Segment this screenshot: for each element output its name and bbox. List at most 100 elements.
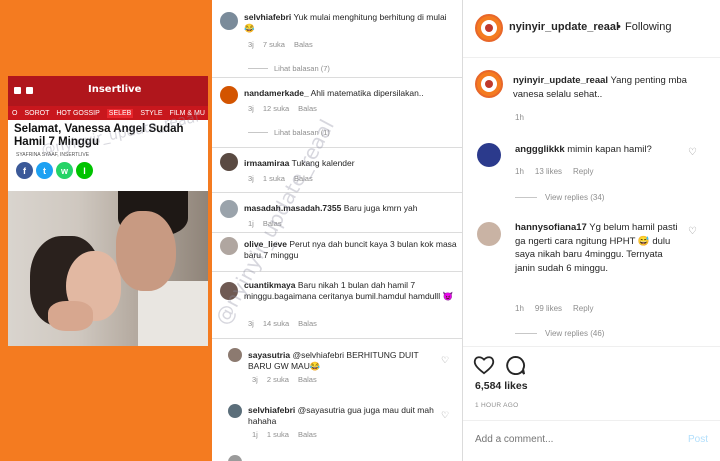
reply-button[interactable]: Balas — [294, 174, 313, 183]
comment-text: selvhiafebri @sayasutria gua juga mau du… — [248, 405, 434, 426]
avatar[interactable] — [220, 86, 238, 104]
comment-meta: 1j 1 suka Balas — [252, 430, 317, 439]
heart-icon[interactable]: ♡ — [688, 147, 697, 158]
reply-button[interactable]: Balas — [298, 319, 317, 328]
comment-text: masadah.masadah.7355 Baru juga kmrn yah — [244, 203, 418, 213]
comment-meta: 3j 2 suka Balas — [252, 375, 317, 384]
nav-item-style[interactable]: STYLE — [140, 110, 162, 117]
like-count[interactable]: 6,584 likes — [475, 380, 528, 392]
comment-username[interactable]: nandamerkade_ — [244, 88, 309, 98]
comment-likes[interactable]: 2 suka — [267, 375, 289, 384]
article-headline: Selamat, Vanessa Angel Sudah Hamil 7 Min… — [14, 123, 184, 148]
comment-likes[interactable]: 99 likes — [535, 304, 562, 313]
nav-item-sorot[interactable]: SOROT — [24, 110, 49, 117]
comment-time: 1j — [248, 219, 254, 228]
avatar[interactable] — [220, 282, 238, 300]
comment-time: 1j — [252, 430, 258, 439]
avatar[interactable] — [220, 153, 238, 171]
comment-username[interactable]: irmaamiraa — [244, 158, 289, 168]
reply-button[interactable]: Reply — [573, 167, 593, 176]
facebook-share-icon[interactable]: f — [16, 162, 33, 179]
nav-item-seleb[interactable]: SELEB — [106, 108, 134, 118]
site-header-icons — [14, 87, 33, 94]
comment-username[interactable]: cuantikmaya — [244, 280, 296, 290]
article-photo — [8, 191, 208, 346]
like-heart-icon[interactable] — [473, 355, 495, 375]
caption-username[interactable]: nyinyir_update_reaal — [513, 75, 608, 86]
avatar[interactable] — [228, 404, 242, 418]
avatar[interactable] — [477, 222, 501, 246]
reply-button[interactable]: Balas — [294, 40, 313, 49]
comment-username[interactable]: sayasutria — [248, 350, 290, 360]
comment-likes[interactable]: 1 suka — [263, 174, 285, 183]
avatar[interactable] — [477, 143, 501, 167]
instagram-post-panel: nyinyir_update_reaal • Following nyinyir… — [462, 0, 720, 461]
post-username[interactable]: nyinyir_update_reaal — [509, 21, 619, 33]
line-share-icon[interactable]: l — [76, 162, 93, 179]
add-comment-input[interactable] — [475, 434, 655, 445]
divider — [212, 271, 462, 272]
view-replies[interactable]: View replies (34) — [515, 193, 604, 202]
search-icon[interactable] — [26, 87, 33, 94]
comment-time: 3j — [248, 104, 254, 113]
twitter-share-icon[interactable]: t — [36, 162, 53, 179]
comment-text: hannysofiana17 Yg belum hamil pasti ga n… — [515, 222, 678, 274]
post-comment-button[interactable]: Post — [688, 434, 708, 445]
avatar[interactable] — [220, 237, 238, 255]
following-button[interactable]: Following — [625, 21, 671, 33]
avatar[interactable] — [228, 455, 242, 461]
nav-item-film[interactable]: FILM & MU — [170, 110, 205, 117]
divider — [212, 147, 462, 148]
comment-thread: selvhiafebri Yuk mulai menghitung berhit… — [212, 0, 462, 461]
nav-home-icon[interactable]: O — [12, 110, 17, 117]
comment-likes[interactable]: 7 suka — [263, 40, 285, 49]
comment-meta: 1h 99 likes Reply — [515, 304, 593, 313]
comment-likes[interactable]: 14 suka — [263, 319, 289, 328]
comment-username[interactable]: selvhiafebri — [244, 12, 291, 22]
separator-dot: • — [617, 21, 621, 33]
reply-button[interactable]: Balas — [298, 104, 317, 113]
comment-likes[interactable]: 12 suka — [263, 104, 289, 113]
orange-panel: Insertlive O SOROT HOT GOSSIP SELEB STYL… — [0, 0, 212, 461]
reply-button[interactable]: Balas — [263, 219, 282, 228]
comment-text: olive_lieve Perut nya dah buncit kaya 3 … — [244, 239, 457, 260]
heart-icon[interactable]: ♡ — [441, 356, 450, 365]
comment-time: 3j — [248, 174, 254, 183]
avatar[interactable] — [220, 200, 238, 218]
share-buttons: f t w l — [8, 162, 208, 179]
comment-username[interactable]: masadah.masadah.7355 — [244, 203, 341, 213]
whatsapp-share-icon[interactable]: w — [56, 162, 73, 179]
comment-meta: 3j 7 suka Balas — [248, 40, 313, 49]
comment-username[interactable]: selvhiafebri — [248, 405, 295, 415]
caption-time: 1h — [515, 113, 524, 122]
comment-likes[interactable]: 1 suka — [267, 430, 289, 439]
site-logo[interactable]: Insertlive — [88, 84, 141, 95]
comment-username[interactable]: anggglikkk — [515, 144, 565, 155]
avatar[interactable] — [220, 12, 238, 30]
avatar[interactable] — [228, 348, 242, 362]
reply-button[interactable]: Reply — [573, 304, 593, 313]
divider — [212, 77, 462, 78]
site-nav: O SOROT HOT GOSSIP SELEB STYLE FILM & MU — [8, 106, 208, 120]
view-replies[interactable]: Lihat balasan (1) — [248, 128, 330, 137]
heart-icon[interactable]: ♡ — [688, 226, 697, 237]
avatar[interactable] — [475, 70, 503, 98]
reply-button[interactable]: Balas — [298, 430, 317, 439]
comment-text: cuantikmaya Baru nikah 1 bulan dah hamil… — [244, 280, 454, 301]
view-replies[interactable]: Lihat balasan (7) — [248, 64, 330, 73]
comment-likes[interactable]: 13 likes — [535, 167, 562, 176]
avatar[interactable] — [475, 14, 503, 42]
comment-username[interactable]: hannysofiana17 — [515, 222, 587, 233]
view-replies[interactable]: View replies (46) — [515, 329, 604, 338]
comment-meta: 1h 13 likes Reply — [515, 167, 593, 176]
comment-time: 3j — [248, 319, 254, 328]
comment-time: 3j — [252, 375, 258, 384]
comment-username[interactable]: olive_lieve — [244, 239, 287, 249]
comment-bubble-icon[interactable] — [505, 355, 526, 376]
heart-icon[interactable]: ♡ — [441, 411, 450, 420]
comment-meta: 1j Balas — [248, 219, 282, 228]
nav-item-hot-gossip[interactable]: HOT GOSSIP — [56, 110, 99, 117]
article-byline: SYAFRINA SYAAF, INSERTLIVE — [16, 152, 90, 158]
menu-icon[interactable] — [14, 87, 21, 94]
reply-button[interactable]: Balas — [298, 375, 317, 384]
